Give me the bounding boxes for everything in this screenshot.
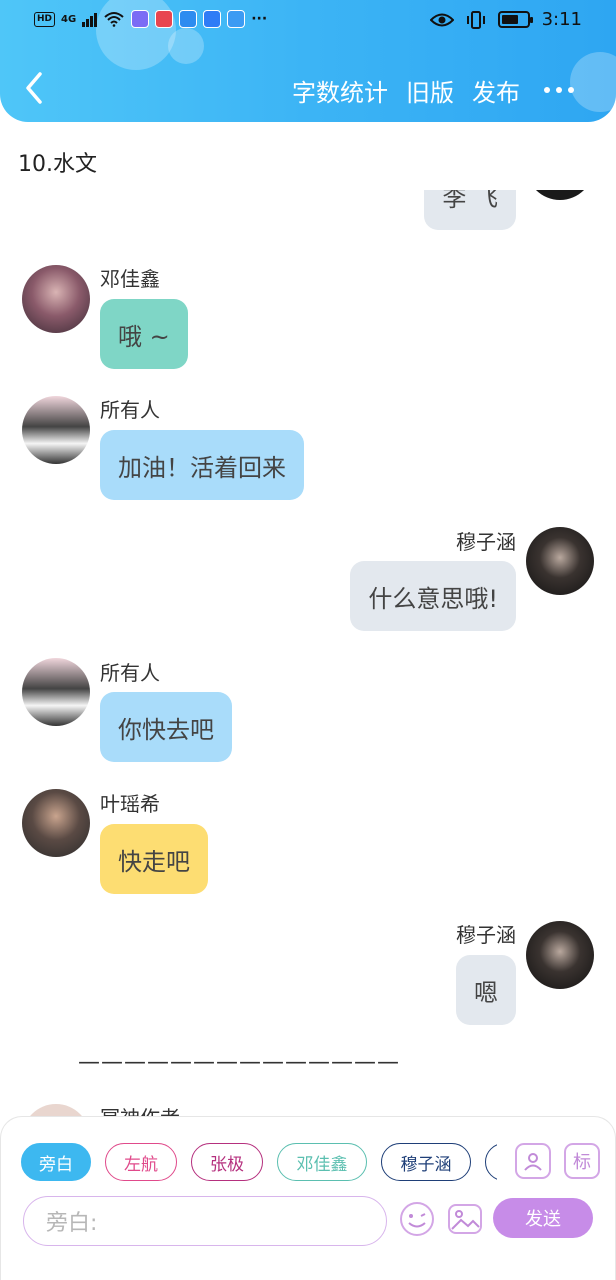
reader-app-icon xyxy=(155,10,174,28)
role-chips: 旁白 左航 张极 邓佳鑫 穆子涵 xyxy=(21,1143,497,1183)
avatar[interactable] xyxy=(22,658,90,726)
image-icon[interactable] xyxy=(447,1201,483,1237)
vibrate-icon xyxy=(466,10,485,29)
search-app-icon xyxy=(203,10,222,28)
avatar[interactable] xyxy=(22,1104,90,1116)
sender-name: 穆子涵 xyxy=(456,923,516,947)
chapter-title: 10.水文 xyxy=(18,152,97,177)
send-button[interactable]: 发送 xyxy=(493,1198,593,1238)
sender-name: 穆子涵 xyxy=(456,530,516,554)
message-input[interactable]: 旁白: xyxy=(23,1196,387,1246)
sender-name: 所有人 xyxy=(100,661,160,685)
word-count-button[interactable]: 字数统计 xyxy=(292,73,388,108)
chat-list[interactable]: 李 飞 邓佳鑫 哦 ~ 所有人 加油！活着回来 穆子涵 什么意思哦! 所有人 你… xyxy=(0,190,616,1116)
role-chip-narration[interactable]: 旁白 xyxy=(21,1143,91,1181)
sender-name: 叶瑶希 xyxy=(100,792,160,816)
role-chip-more[interactable] xyxy=(485,1143,497,1181)
role-chip-zhangji[interactable]: 张极 xyxy=(191,1143,263,1181)
message-bubble[interactable]: 你快去吧 xyxy=(100,692,232,762)
avatar[interactable] xyxy=(22,396,90,464)
divider-line: —————————————— xyxy=(78,1050,400,1075)
more-notifications-icon: ··· xyxy=(251,11,268,27)
hd-badge: HD xyxy=(34,11,56,27)
message-bubble[interactable]: 加油！活着回来 xyxy=(100,430,304,500)
status-bar: HD 4G ··· 3:11 xyxy=(0,0,616,44)
tag-icon[interactable]: 标 xyxy=(564,1143,600,1179)
message-bubble[interactable]: 嗯 xyxy=(456,955,516,1025)
top-header: HD 4G ··· 3:11 字数统计 旧版 发布 xyxy=(0,0,616,122)
sender-name: 冥神作者 xyxy=(100,1102,180,1116)
message-bubble[interactable]: 快走吧 xyxy=(100,824,208,894)
role-chip-zuohang[interactable]: 左航 xyxy=(105,1143,177,1181)
old-version-button[interactable]: 旧版 xyxy=(406,73,454,108)
avatar[interactable] xyxy=(526,190,594,200)
battery-icon xyxy=(497,11,533,28)
header-actions: 字数统计 旧版 发布 xyxy=(292,70,616,110)
avatar[interactable] xyxy=(22,789,90,857)
emoji-icon[interactable] xyxy=(399,1201,435,1237)
publish-button[interactable]: 发布 xyxy=(472,73,520,108)
avatar[interactable] xyxy=(526,921,594,989)
more-options-icon[interactable] xyxy=(544,87,574,93)
composer-panel: 旁白 左航 张极 邓佳鑫 穆子涵 标 旁白: 发送 xyxy=(0,1116,616,1280)
avatar[interactable] xyxy=(526,527,594,595)
back-button[interactable] xyxy=(20,70,50,106)
message-bubble[interactable]: 什么意思哦! xyxy=(350,561,516,631)
avatar[interactable] xyxy=(22,265,90,333)
message-bubble[interactable]: 李 飞 xyxy=(424,190,516,230)
sender-name: 邓佳鑫 xyxy=(100,267,160,291)
clock: 3:11 xyxy=(541,9,582,30)
role-chip-dengjiaxin[interactable]: 邓佳鑫 xyxy=(277,1143,367,1181)
message-bubble[interactable]: 哦 ~ xyxy=(100,299,188,369)
sender-name: 所有人 xyxy=(100,398,160,422)
character-icon[interactable] xyxy=(515,1143,551,1179)
bulb-app-icon xyxy=(227,10,246,28)
eye-icon xyxy=(429,13,454,26)
weather-app-icon xyxy=(179,10,198,28)
role-chip-muzihan[interactable]: 穆子涵 xyxy=(381,1143,471,1181)
music-app-icon xyxy=(131,10,150,28)
wifi-icon xyxy=(104,12,124,27)
network-type: 4G xyxy=(61,13,77,25)
signal-icon xyxy=(82,11,98,27)
